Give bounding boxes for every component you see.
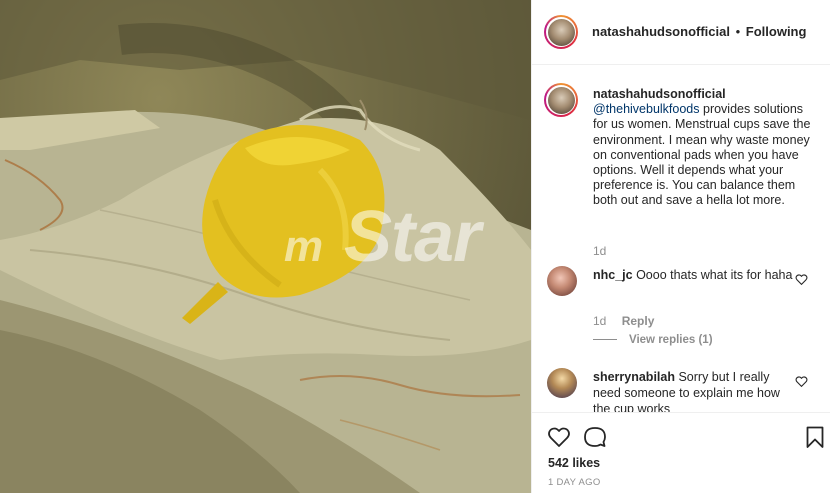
comment-avatar[interactable]	[547, 266, 577, 296]
likes-count[interactable]: 542 likes	[548, 456, 600, 470]
post-date[interactable]: 1 DAY AGO	[548, 477, 601, 488]
replies-divider-line	[593, 339, 617, 341]
bookmark-icon[interactable]	[803, 425, 827, 449]
caption-text: natashahudsonofficial @thehivebulkfoods …	[593, 87, 815, 209]
comment-username[interactable]: nhc_jc	[593, 268, 633, 282]
view-replies-label: View replies (1)	[629, 334, 713, 346]
comment-avatar[interactable]	[547, 368, 577, 398]
watermark-prefix: m	[284, 222, 324, 271]
caption-timestamp[interactable]: 1d	[593, 244, 606, 258]
comment-text: nhc_jc Oooo thats what its for haha	[593, 267, 793, 283]
comment-body: Oooo thats what its for haha	[632, 268, 793, 282]
mstar-watermark: m Star	[282, 196, 531, 286]
view-replies-button[interactable]: View replies (1)	[593, 334, 713, 346]
post-sidebar: natashahudsonofficial • Following natash…	[531, 0, 830, 493]
following-button[interactable]: Following	[746, 24, 807, 39]
header-separator: •	[735, 24, 741, 39]
caption-username[interactable]: natashahudsonofficial	[593, 87, 726, 101]
comment-text: sherrynabilah Sorry but I really need so…	[593, 369, 793, 412]
post-header: natashahudsonofficial • Following	[532, 0, 830, 65]
heart-icon[interactable]	[547, 425, 571, 449]
comment-meta: 1d Reply	[593, 314, 654, 328]
caption-avatar[interactable]	[544, 83, 578, 117]
comment-bubble-icon[interactable]	[583, 425, 607, 449]
comments-section[interactable]: natashahudsonofficial @thehivebulkfoods …	[532, 66, 830, 412]
post-photo: m Star	[0, 0, 531, 493]
comment-like-heart-icon[interactable]	[795, 273, 808, 286]
comment-timestamp[interactable]: 1d	[593, 314, 606, 328]
post-actions: 542 likes 1 DAY AGO	[532, 412, 830, 493]
caption-mention-link[interactable]: @thehivebulkfoods	[593, 102, 700, 116]
header-line: natashahudsonofficial • Following	[592, 24, 806, 39]
comment-username[interactable]: sherrynabilah	[593, 370, 675, 384]
author-username[interactable]: natashahudsonofficial	[592, 24, 730, 39]
caption-body: provides solutions for us women. Menstru…	[593, 102, 811, 208]
watermark-brand: Star	[344, 197, 481, 277]
author-avatar[interactable]	[544, 15, 578, 49]
reply-button[interactable]: Reply	[622, 314, 655, 328]
comment-like-heart-icon[interactable]	[795, 375, 808, 388]
